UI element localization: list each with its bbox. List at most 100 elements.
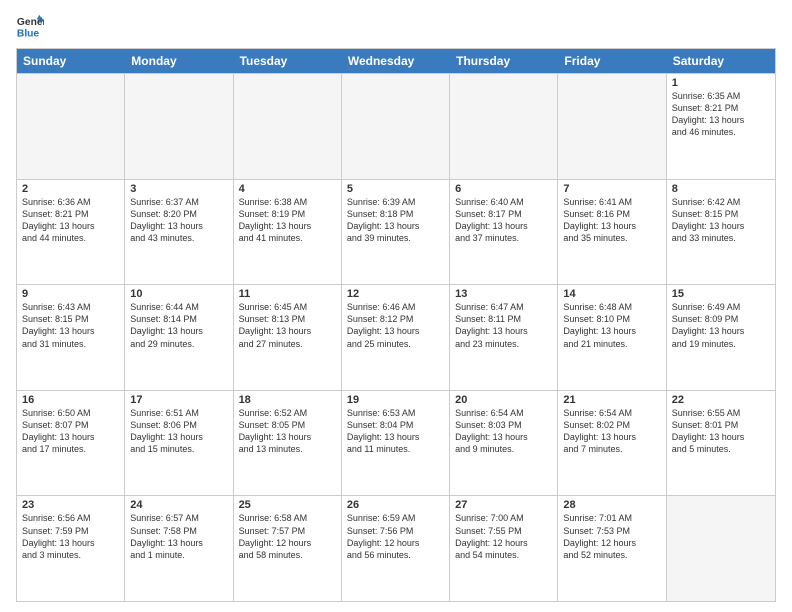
day-info: Sunrise: 6:39 AM Sunset: 8:18 PM Dayligh… (347, 196, 444, 245)
day-info: Sunrise: 6:46 AM Sunset: 8:12 PM Dayligh… (347, 301, 444, 350)
day-info: Sunrise: 6:47 AM Sunset: 8:11 PM Dayligh… (455, 301, 552, 350)
calendar-row: 9Sunrise: 6:43 AM Sunset: 8:15 PM Daylig… (17, 284, 775, 390)
day-number: 13 (455, 288, 552, 300)
day-info: Sunrise: 6:53 AM Sunset: 8:04 PM Dayligh… (347, 407, 444, 456)
day-info: Sunrise: 6:56 AM Sunset: 7:59 PM Dayligh… (22, 512, 119, 561)
day-header: Friday (558, 49, 666, 73)
day-number: 24 (130, 499, 227, 511)
calendar-cell: 1Sunrise: 6:35 AM Sunset: 8:21 PM Daylig… (667, 74, 775, 179)
day-info: Sunrise: 6:59 AM Sunset: 7:56 PM Dayligh… (347, 512, 444, 561)
calendar-cell: 15Sunrise: 6:49 AM Sunset: 8:09 PM Dayli… (667, 285, 775, 390)
day-header: Wednesday (342, 49, 450, 73)
calendar-row: 16Sunrise: 6:50 AM Sunset: 8:07 PM Dayli… (17, 390, 775, 496)
calendar-row: 1Sunrise: 6:35 AM Sunset: 8:21 PM Daylig… (17, 73, 775, 179)
day-number: 11 (239, 288, 336, 300)
day-info: Sunrise: 6:43 AM Sunset: 8:15 PM Dayligh… (22, 301, 119, 350)
day-number: 28 (563, 499, 660, 511)
calendar-cell: 18Sunrise: 6:52 AM Sunset: 8:05 PM Dayli… (234, 391, 342, 496)
day-number: 12 (347, 288, 444, 300)
day-number: 10 (130, 288, 227, 300)
day-number: 6 (455, 183, 552, 195)
calendar-cell: 9Sunrise: 6:43 AM Sunset: 8:15 PM Daylig… (17, 285, 125, 390)
calendar: SundayMondayTuesdayWednesdayThursdayFrid… (16, 48, 776, 602)
day-info: Sunrise: 6:40 AM Sunset: 8:17 PM Dayligh… (455, 196, 552, 245)
calendar-cell: 26Sunrise: 6:59 AM Sunset: 7:56 PM Dayli… (342, 496, 450, 601)
calendar-row: 2Sunrise: 6:36 AM Sunset: 8:21 PM Daylig… (17, 179, 775, 285)
day-info: Sunrise: 6:57 AM Sunset: 7:58 PM Dayligh… (130, 512, 227, 561)
day-number: 20 (455, 394, 552, 406)
day-number: 16 (22, 394, 119, 406)
calendar-cell: 13Sunrise: 6:47 AM Sunset: 8:11 PM Dayli… (450, 285, 558, 390)
calendar-cell: 8Sunrise: 6:42 AM Sunset: 8:15 PM Daylig… (667, 180, 775, 285)
day-number: 26 (347, 499, 444, 511)
calendar-cell (558, 74, 666, 179)
day-number: 5 (347, 183, 444, 195)
day-number: 9 (22, 288, 119, 300)
calendar-cell: 4Sunrise: 6:38 AM Sunset: 8:19 PM Daylig… (234, 180, 342, 285)
calendar-grid: 1Sunrise: 6:35 AM Sunset: 8:21 PM Daylig… (17, 73, 775, 601)
day-info: Sunrise: 6:45 AM Sunset: 8:13 PM Dayligh… (239, 301, 336, 350)
calendar-cell: 28Sunrise: 7:01 AM Sunset: 7:53 PM Dayli… (558, 496, 666, 601)
day-header: Sunday (17, 49, 125, 73)
day-number: 23 (22, 499, 119, 511)
day-number: 21 (563, 394, 660, 406)
calendar-cell: 11Sunrise: 6:45 AM Sunset: 8:13 PM Dayli… (234, 285, 342, 390)
calendar-cell: 20Sunrise: 6:54 AM Sunset: 8:03 PM Dayli… (450, 391, 558, 496)
calendar-cell: 16Sunrise: 6:50 AM Sunset: 8:07 PM Dayli… (17, 391, 125, 496)
day-number: 25 (239, 499, 336, 511)
calendar-cell: 24Sunrise: 6:57 AM Sunset: 7:58 PM Dayli… (125, 496, 233, 601)
calendar-cell: 27Sunrise: 7:00 AM Sunset: 7:55 PM Dayli… (450, 496, 558, 601)
day-info: Sunrise: 6:35 AM Sunset: 8:21 PM Dayligh… (672, 90, 770, 139)
day-info: Sunrise: 6:51 AM Sunset: 8:06 PM Dayligh… (130, 407, 227, 456)
day-number: 1 (672, 77, 770, 89)
logo-icon: General Blue (16, 12, 44, 40)
day-info: Sunrise: 6:48 AM Sunset: 8:10 PM Dayligh… (563, 301, 660, 350)
day-header: Tuesday (234, 49, 342, 73)
calendar-cell (125, 74, 233, 179)
day-number: 15 (672, 288, 770, 300)
calendar-cell (17, 74, 125, 179)
day-info: Sunrise: 6:58 AM Sunset: 7:57 PM Dayligh… (239, 512, 336, 561)
calendar-row: 23Sunrise: 6:56 AM Sunset: 7:59 PM Dayli… (17, 495, 775, 601)
day-info: Sunrise: 6:50 AM Sunset: 8:07 PM Dayligh… (22, 407, 119, 456)
calendar-cell: 3Sunrise: 6:37 AM Sunset: 8:20 PM Daylig… (125, 180, 233, 285)
day-number: 17 (130, 394, 227, 406)
calendar-cell: 2Sunrise: 6:36 AM Sunset: 8:21 PM Daylig… (17, 180, 125, 285)
calendar-cell (450, 74, 558, 179)
day-number: 27 (455, 499, 552, 511)
day-number: 22 (672, 394, 770, 406)
day-header: Monday (125, 49, 233, 73)
day-info: Sunrise: 6:37 AM Sunset: 8:20 PM Dayligh… (130, 196, 227, 245)
day-info: Sunrise: 6:38 AM Sunset: 8:19 PM Dayligh… (239, 196, 336, 245)
logo: General Blue (16, 12, 47, 40)
day-info: Sunrise: 6:54 AM Sunset: 8:03 PM Dayligh… (455, 407, 552, 456)
day-number: 2 (22, 183, 119, 195)
day-header: Saturday (667, 49, 775, 73)
svg-text:Blue: Blue (17, 28, 40, 39)
day-number: 4 (239, 183, 336, 195)
day-number: 19 (347, 394, 444, 406)
calendar-cell: 10Sunrise: 6:44 AM Sunset: 8:14 PM Dayli… (125, 285, 233, 390)
calendar-cell: 5Sunrise: 6:39 AM Sunset: 8:18 PM Daylig… (342, 180, 450, 285)
day-info: Sunrise: 6:41 AM Sunset: 8:16 PM Dayligh… (563, 196, 660, 245)
day-number: 7 (563, 183, 660, 195)
day-info: Sunrise: 7:01 AM Sunset: 7:53 PM Dayligh… (563, 512, 660, 561)
day-number: 14 (563, 288, 660, 300)
calendar-cell: 21Sunrise: 6:54 AM Sunset: 8:02 PM Dayli… (558, 391, 666, 496)
day-info: Sunrise: 6:55 AM Sunset: 8:01 PM Dayligh… (672, 407, 770, 456)
page: General Blue SundayMondayTuesdayWednesda… (0, 0, 792, 612)
calendar-cell: 25Sunrise: 6:58 AM Sunset: 7:57 PM Dayli… (234, 496, 342, 601)
calendar-cell: 19Sunrise: 6:53 AM Sunset: 8:04 PM Dayli… (342, 391, 450, 496)
day-number: 3 (130, 183, 227, 195)
day-headers: SundayMondayTuesdayWednesdayThursdayFrid… (17, 49, 775, 73)
day-header: Thursday (450, 49, 558, 73)
calendar-cell (342, 74, 450, 179)
header: General Blue (16, 12, 776, 40)
day-info: Sunrise: 6:54 AM Sunset: 8:02 PM Dayligh… (563, 407, 660, 456)
day-info: Sunrise: 7:00 AM Sunset: 7:55 PM Dayligh… (455, 512, 552, 561)
day-info: Sunrise: 6:36 AM Sunset: 8:21 PM Dayligh… (22, 196, 119, 245)
calendar-cell (234, 74, 342, 179)
calendar-cell: 12Sunrise: 6:46 AM Sunset: 8:12 PM Dayli… (342, 285, 450, 390)
day-info: Sunrise: 6:49 AM Sunset: 8:09 PM Dayligh… (672, 301, 770, 350)
calendar-cell: 14Sunrise: 6:48 AM Sunset: 8:10 PM Dayli… (558, 285, 666, 390)
